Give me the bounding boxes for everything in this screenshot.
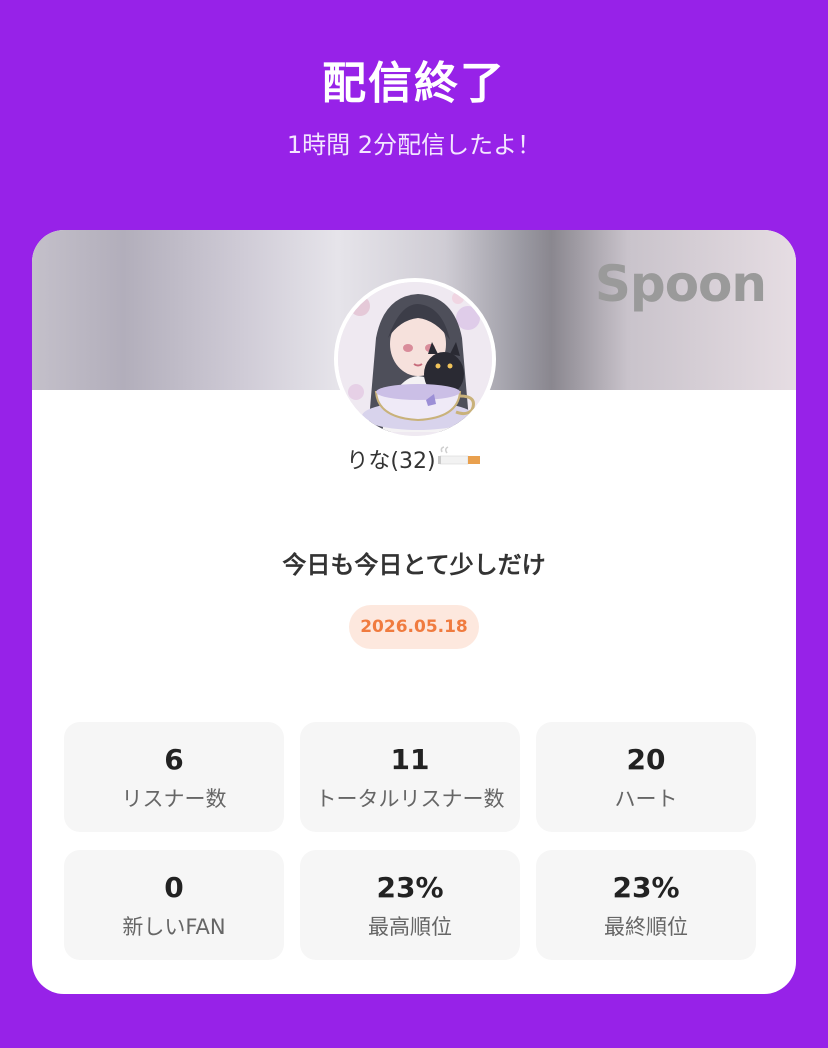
stat-value: 11 (390, 743, 430, 776)
live-title: 今日も今日とて少しだけ (282, 551, 546, 579)
stats-grid: 6 リスナー数 11 トータルリスナー数 20 ハート 0 新しいFAN 23%… (64, 722, 757, 960)
stat-value: 23% (376, 871, 444, 904)
stat-new-fans: 0 新しいFAN (64, 850, 284, 960)
stat-listeners: 6 リスナー数 (64, 722, 284, 832)
broadcast-summary-card: Spoon りな(32) 今日も今日とて少しだけ 2026.05.18 6 リス… (32, 230, 796, 994)
stat-value: 6 (164, 743, 184, 776)
stat-value: 0 (164, 871, 184, 904)
page-title: 配信終了 (322, 58, 506, 109)
spoon-logo: Spoon (594, 255, 767, 313)
stat-highest-rank: 23% 最高順位 (300, 850, 520, 960)
stat-label: トータルリスナー数 (315, 787, 505, 811)
stat-label: ハート (614, 787, 678, 811)
username-text: りな(32) (346, 449, 436, 474)
cigarette-icon (437, 446, 482, 478)
broadcast-duration: 1時間 2分配信したよ！ (286, 131, 542, 159)
username: りな(32) (32, 446, 796, 478)
stat-hearts: 20 ハート (536, 722, 756, 832)
avatar[interactable] (334, 278, 496, 440)
stat-value: 23% (612, 871, 680, 904)
date-badge: 2026.05.18 (349, 605, 479, 649)
stat-label: リスナー数 (121, 787, 227, 811)
stat-total-listeners: 11 トータルリスナー数 (300, 722, 520, 832)
stat-label: 新しいFAN (122, 915, 226, 939)
stat-label: 最高順位 (368, 915, 452, 939)
stat-value: 20 (626, 743, 666, 776)
stat-label: 最終順位 (604, 915, 688, 939)
avatar-illustration (338, 282, 492, 436)
stat-final-rank: 23% 最終順位 (536, 850, 756, 960)
